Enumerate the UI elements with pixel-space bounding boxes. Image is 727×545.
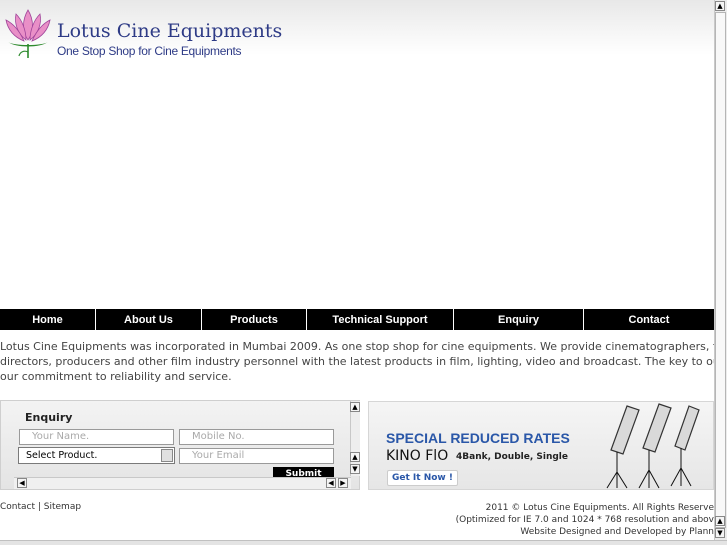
scroll-left-icon[interactable]: ◀ bbox=[326, 478, 336, 488]
name-input[interactable]: Your Name. bbox=[19, 429, 174, 445]
brand-tagline: One Stop Shop for Cine Equipments bbox=[57, 44, 242, 58]
intro-line: our commitment to reliability and servic… bbox=[0, 370, 232, 383]
product-select-value: Select Product. bbox=[26, 450, 98, 461]
footer-links[interactable]: Contact | Sitemap bbox=[0, 502, 81, 512]
enquiry-horizontal-scrollbar[interactable] bbox=[14, 477, 351, 489]
enquiry-title: Enquiry bbox=[25, 411, 73, 424]
promo-title: SPECIAL REDUCED RATES bbox=[386, 430, 570, 446]
intro-paragraph: Lotus Cine Equipments was incorporated i… bbox=[0, 339, 714, 384]
email-input[interactable]: Your Email bbox=[179, 448, 334, 464]
promo-banner[interactable]: SPECIAL REDUCED RATES KINO FlO 4Bank, Do… bbox=[368, 401, 714, 490]
scroll-left-icon[interactable]: ◀ bbox=[17, 478, 27, 488]
nav-enquiry[interactable]: Enquiry bbox=[454, 309, 584, 330]
scroll-up-icon[interactable]: ▲ bbox=[350, 402, 360, 412]
main-nav: Home About Us Products Technical Support… bbox=[0, 309, 714, 330]
scroll-up-icon[interactable]: ▲ bbox=[350, 452, 360, 462]
optimized-text: (Optimized for IE 7.0 and 1024 * 768 res… bbox=[455, 515, 714, 525]
intro-line: directors, producers and other film indu… bbox=[0, 355, 714, 368]
copyright-text: 2011 © Lotus Cine Equipments. All Rights… bbox=[485, 503, 714, 513]
mobile-input[interactable]: Mobile No. bbox=[179, 429, 334, 445]
kino-flo-lights-image bbox=[606, 403, 700, 489]
product-select[interactable]: Select Product. bbox=[18, 447, 175, 464]
nav-technical-support[interactable]: Technical Support bbox=[307, 309, 454, 330]
nav-products[interactable]: Products bbox=[202, 309, 307, 330]
chevron-down-icon[interactable] bbox=[161, 449, 173, 462]
site-header: Lotus Cine Equipments One Stop Shop for … bbox=[0, 0, 714, 58]
scroll-right-icon[interactable]: ▶ bbox=[338, 478, 348, 488]
scroll-down-icon[interactable]: ▼ bbox=[350, 464, 360, 474]
scroll-up-icon[interactable]: ▲ bbox=[715, 516, 725, 526]
scroll-down-icon[interactable]: ▼ bbox=[715, 528, 725, 538]
credit-text: Website Designed and Developed by Plann bbox=[520, 527, 714, 537]
nav-contact[interactable]: Contact bbox=[584, 309, 714, 330]
get-it-now-button[interactable]: Get It Now ! bbox=[387, 470, 458, 486]
promo-brand: KINO FlO bbox=[386, 448, 449, 464]
page-horizontal-scrollbar[interactable] bbox=[0, 540, 727, 545]
scroll-up-icon[interactable]: ▲ bbox=[715, 1, 725, 11]
nav-home[interactable]: Home bbox=[0, 309, 96, 330]
intro-line: Lotus Cine Equipments was incorporated i… bbox=[0, 340, 714, 353]
promo-models: 4Bank, Double, Single bbox=[456, 452, 568, 462]
nav-about-us[interactable]: About Us bbox=[96, 309, 202, 330]
lotus-logo-icon[interactable] bbox=[2, 6, 54, 60]
page-scroll-thumb[interactable] bbox=[715, 12, 726, 528]
footer-info: 2011 © Lotus Cine Equipments. All Rights… bbox=[456, 502, 714, 538]
brand-name[interactable]: Lotus Cine Equipments bbox=[57, 20, 282, 42]
